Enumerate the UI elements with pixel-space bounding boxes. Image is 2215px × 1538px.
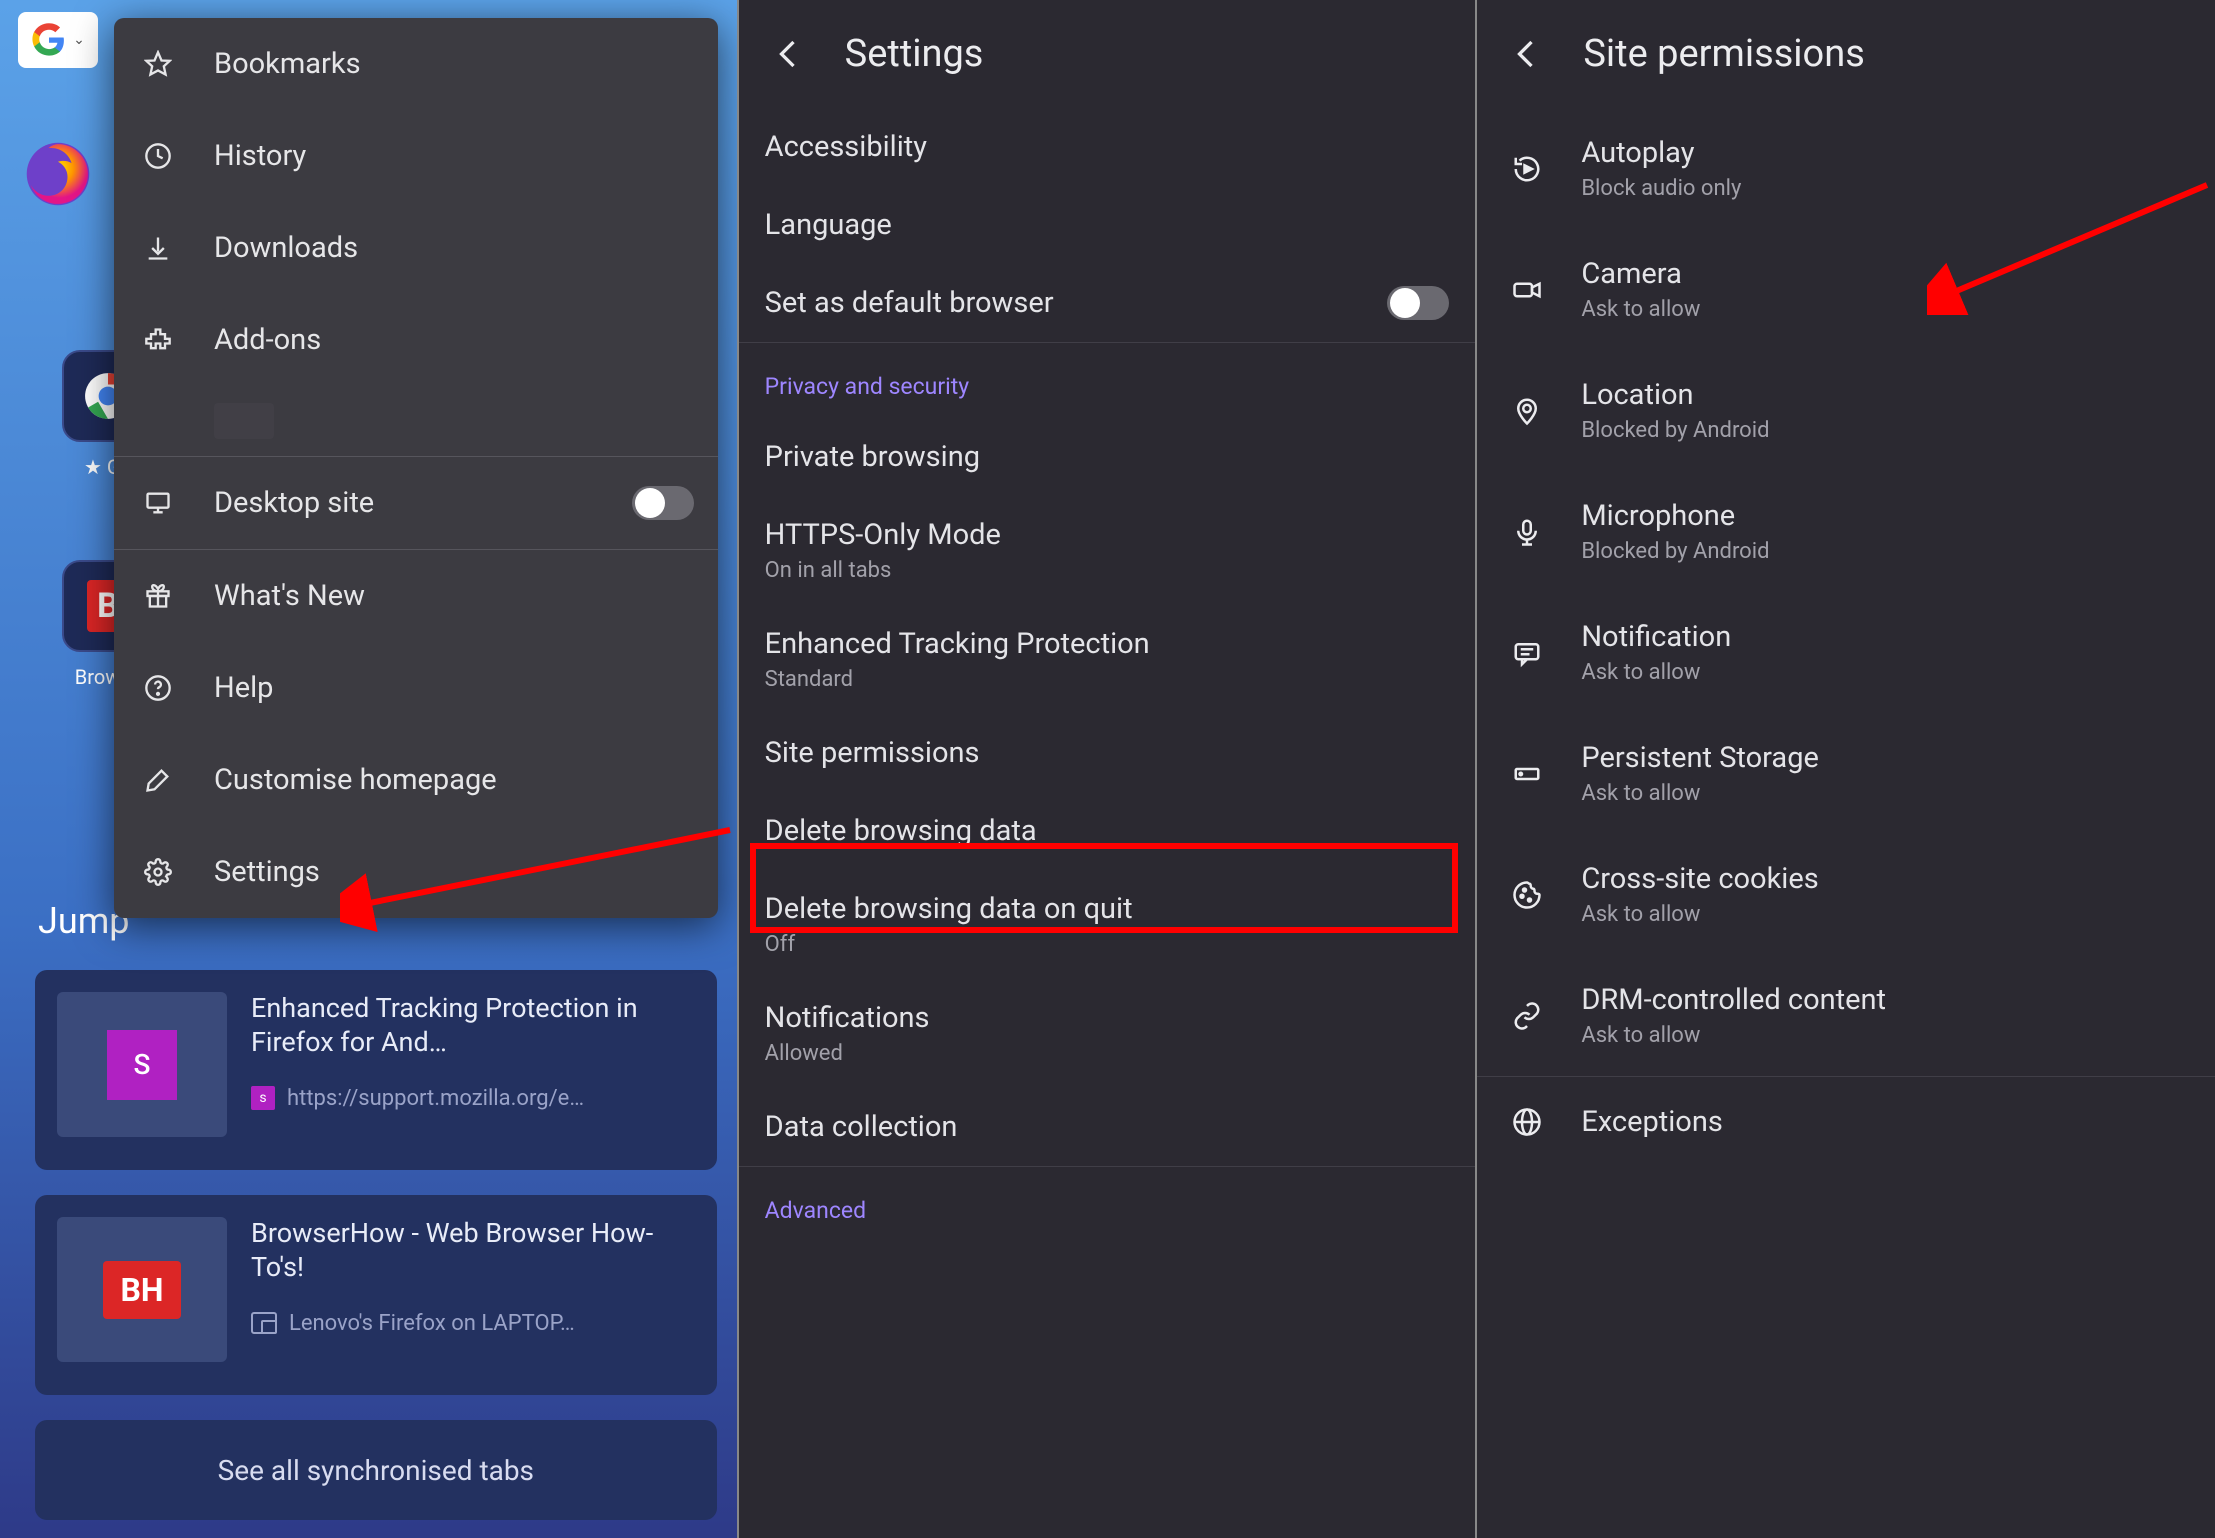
menu-whats-new[interactable]: What's New [114,550,718,642]
favicon-icon: s [251,1086,275,1110]
globe-icon [1503,1107,1551,1137]
card-title: BrowserHow - Web Browser How-To's! [251,1217,695,1285]
jump-card-2[interactable]: BH BrowserHow - Web Browser How-To's! Le… [35,1195,717,1395]
section-advanced-header: Advanced [739,1167,1476,1242]
perm-cookies[interactable]: Cross-site cookiesAsk to allow [1477,834,2215,955]
card-url: Lenovo's Firefox on LAPTOP… [289,1311,575,1336]
back-button[interactable] [767,32,811,76]
header-title: Site permissions [1583,32,1864,76]
menu-downloads[interactable]: Downloads [114,202,718,294]
menu-addons[interactable]: Add-ons [114,294,718,386]
settings-header: Settings [739,0,1476,108]
panel-site-permissions: Site permissions AutoplayBlock audio onl… [1477,0,2215,1538]
card-thumbnail: BH [57,1217,227,1362]
menu-customise-homepage[interactable]: Customise homepage [114,734,718,826]
thumb-letter: S [107,1030,177,1100]
default-browser-toggle[interactable] [1387,286,1449,320]
perm-autoplay[interactable]: AutoplayBlock audio only [1477,108,2215,229]
dropdown-caret-icon: ⌄ [73,32,85,48]
bh-badge: BH [103,1261,181,1319]
menu-label: Bookmarks [214,47,361,81]
overflow-menu: Bookmarks History Downloads Add-ons D [114,18,718,918]
see-synced-tabs-button[interactable]: See all synchronised tabs [35,1420,717,1520]
panel-settings: Settings Accessibility Language Set as d… [739,0,1476,1538]
perm-microphone[interactable]: MicrophoneBlocked by Android [1477,471,2215,592]
settings-private-browsing[interactable]: Private browsing [739,418,1476,496]
card-url: https://support.mozilla.org/e… [287,1086,584,1111]
menu-account-placeholder [114,386,718,456]
menu-label: Customise homepage [214,763,497,797]
message-icon [1503,638,1551,668]
menu-label: Add-ons [214,323,321,357]
back-button[interactable] [1505,32,1549,76]
settings-https-only[interactable]: HTTPS-Only ModeOn in all tabs [739,496,1476,605]
puzzle-icon [138,326,178,354]
settings-accessibility[interactable]: Accessibility [739,108,1476,186]
camera-icon [1503,275,1551,305]
help-icon [138,674,178,702]
menu-help[interactable]: Help [114,642,718,734]
download-icon [138,234,178,262]
autoplay-icon [1503,154,1551,184]
settings-delete-data[interactable]: Delete browsing data [739,792,1476,870]
settings-data-collection[interactable]: Data collection [739,1088,1476,1166]
menu-label: Downloads [214,231,358,265]
settings-language[interactable]: Language [739,186,1476,264]
menu-desktop-site[interactable]: Desktop site [114,457,718,549]
perm-camera[interactable]: CameraAsk to allow [1477,229,2215,350]
perm-location[interactable]: LocationBlocked by Android [1477,350,2215,471]
google-icon [31,22,67,58]
menu-label: Help [214,671,273,705]
panel-home-menu: ⌄ ★ Go B Browse Jump S Enhanced Tracking… [0,0,737,1538]
settings-delete-on-quit[interactable]: Delete browsing data on quitOff [739,870,1476,979]
gift-icon [138,582,178,610]
location-icon [1503,396,1551,426]
firefox-icon [24,140,92,208]
section-privacy-header: Privacy and security [739,343,1476,418]
settings-default-browser[interactable]: Set as default browser [739,264,1476,342]
microphone-icon [1503,517,1551,547]
site-permissions-header: Site permissions [1477,0,2215,108]
jump-card-1[interactable]: S Enhanced Tracking Protection in Firefo… [35,970,717,1170]
menu-bookmarks[interactable]: Bookmarks [114,18,718,110]
star-icon [138,50,178,78]
card-thumbnail: S [57,992,227,1137]
brush-icon [138,766,178,794]
desktop-site-toggle[interactable] [632,486,694,520]
menu-label: What's New [214,579,365,613]
menu-history[interactable]: History [114,110,718,202]
gear-icon [138,858,178,886]
card-title: Enhanced Tracking Protection in Firefox … [251,992,695,1060]
perm-exceptions[interactable]: Exceptions [1477,1077,2215,1167]
device-icon [251,1312,277,1334]
settings-etp[interactable]: Enhanced Tracking ProtectionStandard [739,605,1476,714]
storage-icon [1503,759,1551,789]
perm-storage[interactable]: Persistent StorageAsk to allow [1477,713,2215,834]
menu-label: Desktop site [214,486,374,520]
menu-settings[interactable]: Settings [114,826,718,918]
link-icon [1503,1001,1551,1031]
perm-notification[interactable]: NotificationAsk to allow [1477,592,2215,713]
settings-site-permissions[interactable]: Site permissions [739,714,1476,792]
desktop-icon [138,489,178,517]
menu-label: Settings [214,855,320,889]
settings-notifications[interactable]: NotificationsAllowed [739,979,1476,1088]
menu-label: History [214,139,306,173]
address-bar-chip[interactable]: ⌄ [18,12,98,68]
cookie-icon [1503,880,1551,910]
header-title: Settings [845,32,984,76]
clock-icon [138,142,178,170]
perm-drm[interactable]: DRM-controlled contentAsk to allow [1477,955,2215,1076]
